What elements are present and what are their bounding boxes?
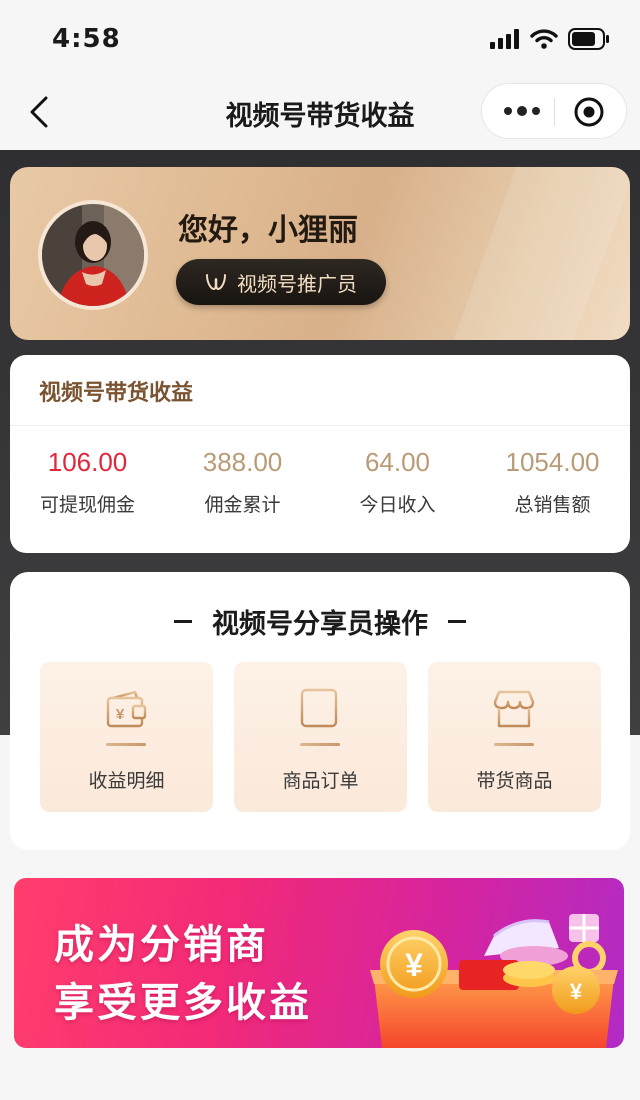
avatar[interactable] bbox=[38, 200, 148, 310]
capsule-divider bbox=[554, 98, 555, 126]
stat-cumulative-commission[interactable]: 388.00 佣金累计 bbox=[165, 447, 320, 517]
coin-symbol: ¥ bbox=[570, 979, 583, 1004]
earnings-card: 视频号带货收益 106.00 可提现佣金 388.00 佣金累计 64.00 今… bbox=[10, 355, 630, 553]
tile-label: 带货商品 bbox=[476, 770, 553, 792]
nav-bar: 视频号带货收益 bbox=[0, 76, 640, 150]
miniprogram-capsule bbox=[481, 83, 627, 139]
banner-subline: 享受更多收益 bbox=[54, 980, 312, 1026]
stat-label: 今日收入 bbox=[359, 494, 436, 516]
title-dash-left bbox=[174, 620, 192, 623]
operations-card: 视频号分享员操作 ¥ 收益明细 商品订单 带货商品 bbox=[10, 572, 630, 850]
coin-symbol: ¥ bbox=[405, 947, 423, 983]
channels-logo-icon bbox=[206, 274, 226, 290]
stat-total-sales[interactable]: 1054.00 总销售额 bbox=[475, 447, 630, 517]
stat-withdrawable[interactable]: 106.00 可提现佣金 bbox=[10, 447, 165, 517]
signal-icon bbox=[490, 29, 519, 49]
status-icons bbox=[490, 27, 610, 51]
status-time: 4:58 bbox=[52, 24, 121, 54]
stat-value: 64.00 bbox=[364, 447, 431, 477]
stat-today-income[interactable]: 64.00 今日收入 bbox=[320, 447, 475, 517]
store-icon bbox=[493, 690, 535, 728]
more-dots-icon bbox=[532, 107, 540, 115]
distributor-banner[interactable]: 成为分销商 享受更多收益 ¥ ¥ bbox=[14, 878, 624, 1048]
earnings-title: 视频号带货收益 bbox=[39, 381, 194, 406]
tile-label: 商品订单 bbox=[282, 770, 359, 792]
tile-underline bbox=[300, 743, 340, 746]
stat-value: 388.00 bbox=[202, 447, 283, 477]
operations-title: 视频号分享员操作 bbox=[212, 609, 428, 640]
battery-icon bbox=[568, 28, 609, 50]
more-button[interactable] bbox=[502, 96, 542, 126]
profile-card: 您好，小狸丽 视频号推广员 bbox=[10, 167, 630, 340]
title-dash-right bbox=[448, 620, 466, 623]
wallet-icon: ¥ bbox=[106, 690, 147, 728]
stat-label: 佣金累计 bbox=[204, 494, 281, 516]
wifi-icon bbox=[530, 29, 558, 49]
more-dots-icon bbox=[504, 107, 512, 115]
yen-glyph: ¥ bbox=[116, 706, 125, 723]
tile-promoted-products[interactable]: 带货商品 bbox=[428, 662, 601, 812]
tile-underline bbox=[494, 743, 534, 746]
stat-value: 1054.00 bbox=[505, 447, 600, 477]
role-label: 视频号推广员 bbox=[237, 271, 357, 296]
phone-screen: 4:58 视频号带货收益 您好，小狸丽 视频号推广员 视频号带货收益 106.0… bbox=[0, 0, 640, 1100]
stat-label: 可提现佣金 bbox=[39, 494, 135, 516]
banner-headline: 成为分销商 bbox=[54, 922, 269, 968]
stat-value: 106.00 bbox=[47, 447, 128, 477]
gift-box-illustration: ¥ ¥ bbox=[370, 914, 618, 1048]
earnings-stats: 106.00 可提现佣金 388.00 佣金累计 64.00 今日收入 1054… bbox=[10, 447, 630, 517]
operations-tiles: ¥ 收益明细 商品订单 带货商品 bbox=[40, 662, 601, 812]
operations-header: 视频号分享员操作 bbox=[10, 602, 630, 641]
chart-icon bbox=[300, 688, 339, 728]
card-sheen bbox=[432, 167, 630, 340]
status-bar: 4:58 bbox=[0, 0, 640, 76]
role-badge[interactable]: 视频号推广员 bbox=[176, 259, 386, 305]
tile-product-orders[interactable]: 商品订单 bbox=[234, 662, 407, 812]
more-dots-icon bbox=[517, 106, 527, 116]
avatar-photo bbox=[42, 204, 144, 306]
close-target-icon[interactable] bbox=[573, 96, 605, 128]
tile-underline bbox=[106, 743, 146, 746]
tile-label: 收益明细 bbox=[88, 770, 165, 792]
greeting-text: 您好，小狸丽 bbox=[178, 213, 358, 248]
divider bbox=[10, 425, 630, 426]
stat-label: 总销售额 bbox=[514, 494, 591, 516]
tile-earnings-detail[interactable]: ¥ 收益明细 bbox=[40, 662, 213, 812]
